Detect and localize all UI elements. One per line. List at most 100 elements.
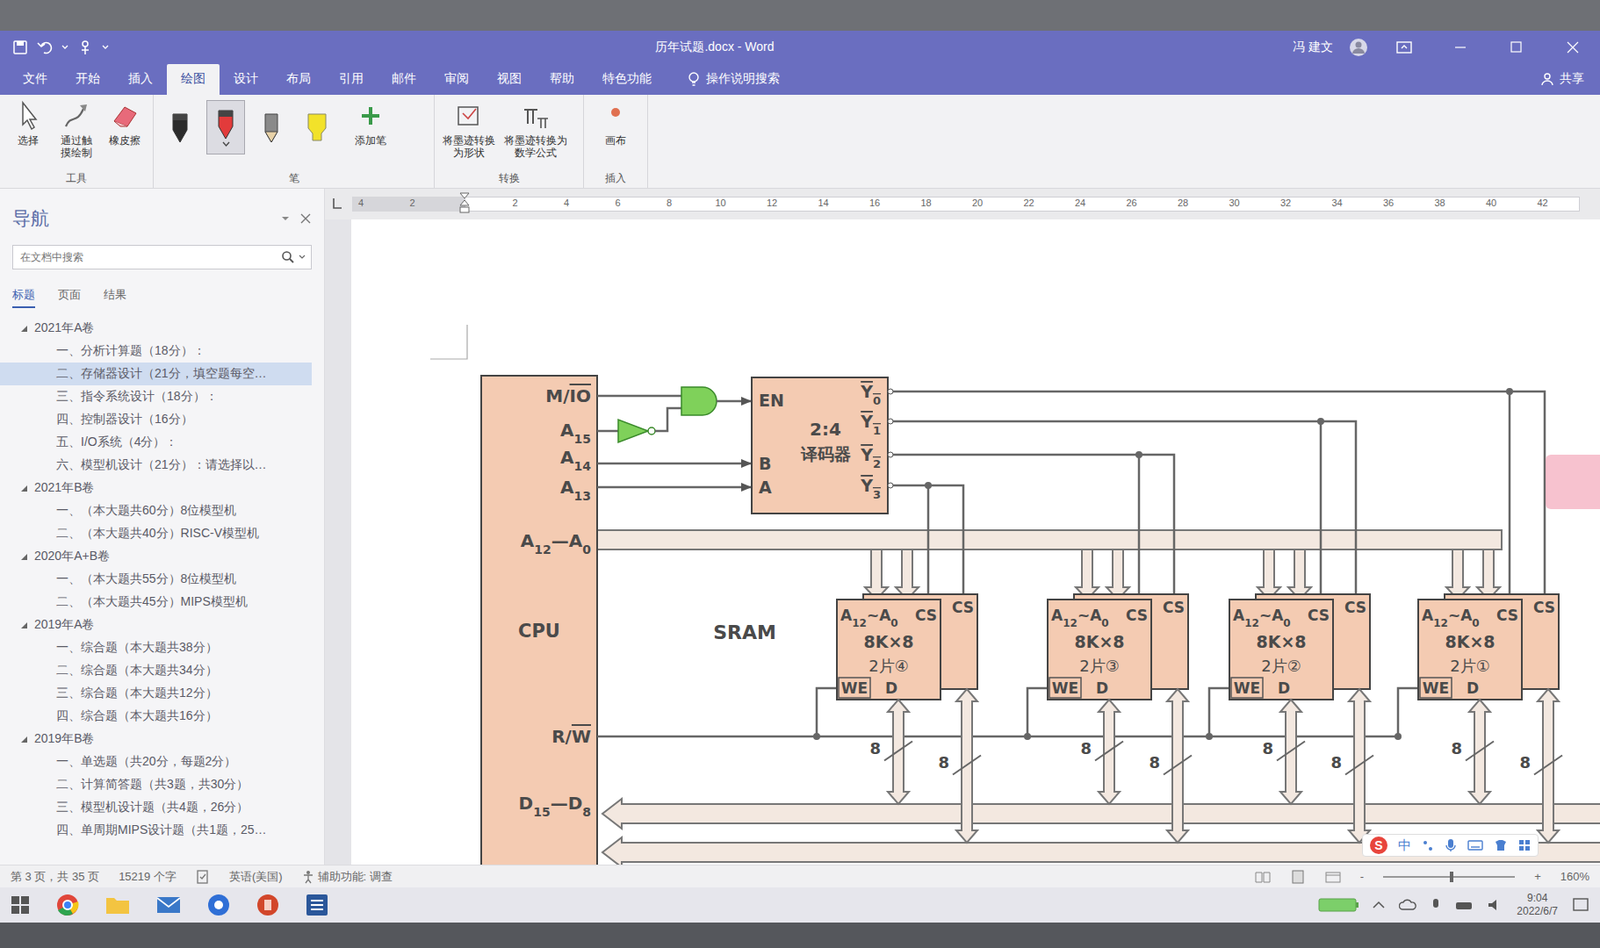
pen-swatch[interactable]	[252, 100, 291, 155]
keyboard-icon[interactable]	[1467, 839, 1484, 852]
dropdown-icon[interactable]	[101, 43, 109, 51]
ribbon-tab[interactable]: 设计	[219, 64, 273, 95]
ribbon-tab[interactable]: 布局	[272, 64, 325, 95]
expand-triangle-icon[interactable]	[19, 620, 29, 631]
zoom-in[interactable]: +	[1534, 870, 1542, 884]
zoom-level[interactable]: 160%	[1560, 870, 1590, 884]
dropdown-icon[interactable]	[61, 43, 69, 51]
nav-tab[interactable]: 结果	[103, 283, 127, 309]
zoom-out[interactable]: -	[1360, 870, 1364, 884]
ribbon-tab[interactable]: 特色功能	[588, 64, 666, 95]
language[interactable]: 英语(美国)	[229, 869, 283, 886]
touch-mode-icon[interactable]	[77, 39, 94, 56]
ribbon-tab[interactable]: 引用	[324, 64, 378, 95]
ribbon-tab[interactable]: 插入	[114, 64, 167, 95]
ribbon-tab[interactable]: 视图	[482, 64, 536, 95]
word-count[interactable]: 15219 个字	[118, 869, 177, 886]
ribbon-tab[interactable]: 邮件	[377, 64, 431, 95]
chevron-up-icon[interactable]	[1372, 900, 1385, 910]
nav-tab[interactable]: 页面	[57, 283, 81, 309]
share-button[interactable]: 共享	[1540, 71, 1600, 95]
page-count[interactable]: 第 3 页，共 35 页	[10, 869, 100, 886]
proofing-icon[interactable]	[195, 870, 210, 885]
expand-triangle-icon[interactable]	[19, 552, 29, 563]
nav-item[interactable]: 2019年A卷	[0, 613, 312, 637]
nav-item[interactable]: 二、（本大题共45分）MIPS模型机	[0, 590, 312, 614]
nav-item[interactable]: 一、分析计算题（18分）：	[0, 339, 312, 363]
ribbon-button[interactable]: 将墨迹转换为数学公式	[503, 100, 569, 159]
nav-item[interactable]: 三、模型机设计题（共4题，26分）	[0, 796, 312, 820]
nav-tab[interactable]: 标题	[12, 283, 36, 309]
tell-me-search[interactable]: 操作说明搜索	[665, 71, 780, 95]
nav-item[interactable]: 一、（本大题共55分）8位模型机	[0, 568, 312, 591]
ribbon-tab[interactable]: 帮助	[535, 64, 589, 95]
expand-triangle-icon[interactable]	[19, 483, 29, 494]
file-explorer-icon[interactable]	[105, 894, 130, 916]
nav-item[interactable]: 一、（本大题共60分）8位模型机	[0, 499, 312, 523]
cloud-icon[interactable]	[1398, 899, 1417, 912]
ribbon-button[interactable]: 橡皮擦	[104, 100, 146, 147]
skin-icon[interactable]	[1493, 839, 1508, 852]
browser-icon[interactable]	[207, 893, 231, 917]
ribbon-tab[interactable]: 绘图	[166, 64, 220, 95]
search-icon[interactable]	[281, 250, 296, 265]
punctuation-icon[interactable]	[1421, 839, 1435, 852]
web-layout-icon[interactable]	[1325, 871, 1341, 884]
close-icon[interactable]	[299, 212, 312, 225]
nav-item[interactable]: 二、计算简答题（共3题，共30分）	[0, 773, 312, 797]
windows-start-icon[interactable]	[10, 895, 30, 916]
maximize-icon[interactable]	[1509, 40, 1524, 55]
pen-swatch[interactable]	[160, 100, 200, 155]
nav-item[interactable]: 三、指令系统设计（18分）：	[0, 385, 312, 409]
nav-item[interactable]: 一、综合题（本大题共38分）	[0, 636, 312, 660]
ribbon-button[interactable]: 添加笔	[343, 100, 398, 147]
ribbon-button[interactable]: 画布	[590, 100, 641, 147]
chrome-icon[interactable]	[56, 893, 80, 917]
close-icon[interactable]	[1565, 40, 1580, 55]
minimize-icon[interactable]	[1453, 40, 1468, 55]
toolbox-icon[interactable]	[1518, 839, 1531, 852]
ime-mode[interactable]: 中	[1398, 837, 1412, 855]
accessibility[interactable]: 辅助功能: 调查	[302, 869, 393, 886]
clock[interactable]: 9:042022/6/7	[1516, 892, 1558, 919]
save-icon[interactable]	[12, 39, 29, 56]
word-icon[interactable]	[305, 893, 329, 917]
nav-item[interactable]: 五、I/O系统（4分）：	[0, 431, 312, 455]
microphone-icon[interactable]	[1430, 898, 1442, 913]
dropdown-icon[interactable]	[298, 253, 306, 261]
powerpoint-icon[interactable]	[256, 893, 280, 917]
nav-item[interactable]: 六、模型机设计（21分）：请选择以…	[0, 454, 312, 477]
nav-item[interactable]: 2021年A卷	[0, 317, 312, 340]
volume-icon[interactable]	[1486, 898, 1503, 913]
nav-item[interactable]: 四、单周期MIPS设计题（共1题，25…	[0, 819, 312, 843]
network-icon[interactable]	[1455, 898, 1473, 913]
mail-icon[interactable]	[156, 895, 181, 916]
nav-item[interactable]: 2019年B卷	[0, 727, 312, 751]
undo-icon[interactable]	[36, 39, 53, 56]
nav-item[interactable]: 四、综合题（本大题共16分）	[0, 705, 312, 728]
avatar-icon[interactable]	[1348, 37, 1369, 58]
nav-item[interactable]: 二、存储器设计（21分，填空题每空…	[0, 362, 312, 386]
read-mode-icon[interactable]	[1254, 871, 1271, 884]
ime-logo[interactable]: S	[1369, 836, 1388, 855]
pen-swatch[interactable]	[206, 100, 246, 155]
nav-search-field[interactable]	[18, 250, 278, 265]
nav-item[interactable]: 2020年A+B卷	[0, 545, 312, 569]
nav-item[interactable]: 二、（本大题共40分）RISC-V模型机	[0, 522, 312, 546]
indent-marker-icon[interactable]	[459, 192, 470, 216]
nav-item[interactable]: 四、控制器设计（16分）	[0, 408, 312, 432]
expand-triangle-icon[interactable]	[19, 735, 29, 745]
zoom-thumb[interactable]	[1449, 872, 1454, 883]
ribbon-tab[interactable]: 审阅	[430, 64, 483, 95]
battery-icon[interactable]	[1318, 897, 1359, 914]
ribbon-button[interactable]: 选择	[7, 100, 49, 147]
microphone-icon[interactable]	[1444, 838, 1457, 853]
ribbon-button[interactable]: 通过触摸绘制	[55, 100, 97, 159]
ribbon-tab[interactable]: 文件	[8, 64, 62, 95]
notification-icon[interactable]	[1571, 897, 1590, 914]
ribbon-button[interactable]: 将墨迹转换为形状	[441, 100, 497, 159]
nav-item[interactable]: 三、综合题（本大题共12分）	[0, 682, 312, 706]
pen-swatch[interactable]	[297, 100, 337, 155]
ribbon-display-icon[interactable]	[1395, 39, 1413, 56]
expand-triangle-icon[interactable]	[19, 324, 29, 334]
